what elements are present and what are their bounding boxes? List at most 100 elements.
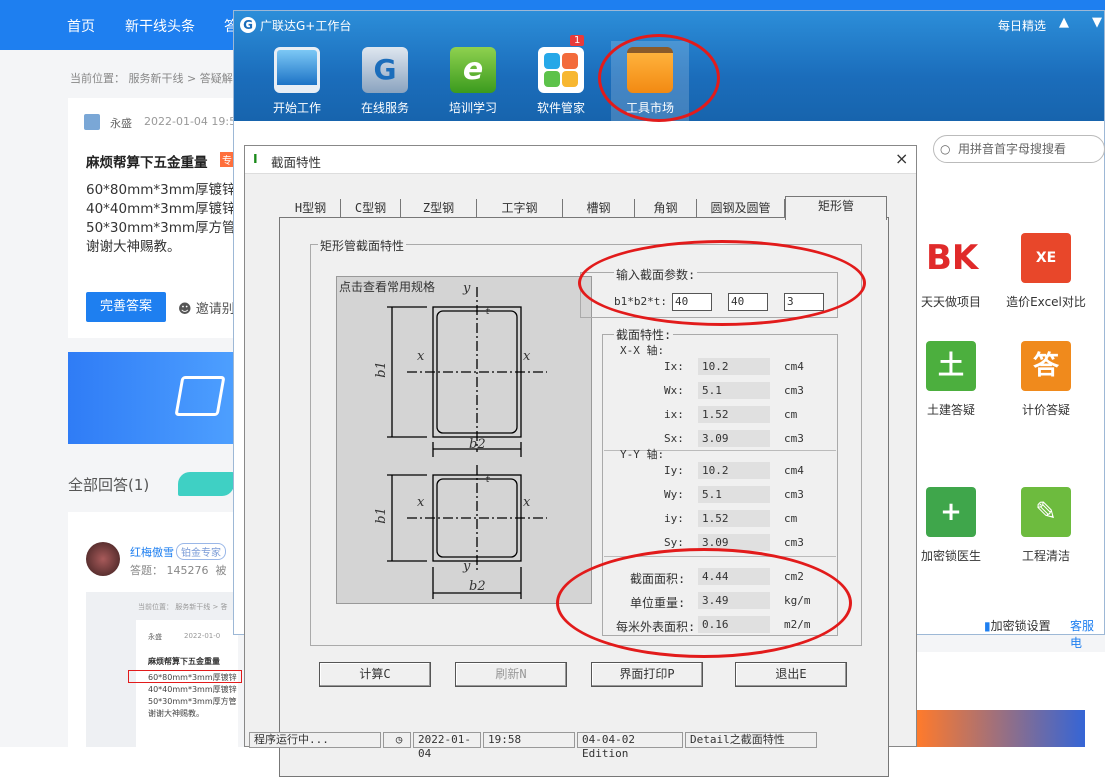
customer-service-link[interactable]: 客服电 <box>1070 617 1104 651</box>
training-e-icon: e <box>450 47 496 93</box>
dialog-title: 截面特性 <box>271 155 322 170</box>
status-edition: 04-04-02 Edition <box>577 732 683 760</box>
answerer-name[interactable]: 红梅傲雪 <box>130 544 174 560</box>
thumb-title: 麻烦帮算下五金重量 <box>148 657 220 666</box>
question-line: 谢谢大神赐教。 <box>86 239 181 255</box>
thumb-line: 40*40mm*3mm厚镀锌 <box>148 685 237 694</box>
yy-axis-label: Y-Y 轴: <box>620 448 665 461</box>
lock-settings-label: 加密锁设置 <box>990 619 1051 633</box>
app-cleaner[interactable]: ✎ 工程清洁 <box>1001 487 1091 564</box>
asker-name[interactable]: 永盛 <box>110 115 132 131</box>
tab-round[interactable]: 圆钢及圆管 <box>697 199 785 219</box>
app-lock-doctor[interactable]: + 加密锁医生 <box>906 487 996 564</box>
menu-icon[interactable]: ▼ <box>1092 15 1102 30</box>
prop-value: 10.2 <box>698 358 770 375</box>
promo-banner[interactable] <box>68 352 238 444</box>
tool-online-service[interactable]: G 在线服务 <box>346 47 424 116</box>
monitor-icon <box>274 47 320 93</box>
nav-home[interactable]: 首页 <box>67 16 95 36</box>
invite-button[interactable]: ☻ 邀请别 <box>178 298 235 317</box>
tab-c-steel[interactable]: C型钢 <box>341 199 401 219</box>
workstation-title: 广联达G+工作台 <box>260 19 352 33</box>
app-label: 造价Excel对比 <box>1006 295 1086 309</box>
app-civil-qa[interactable]: 土 土建答疑 <box>906 341 996 418</box>
tab-angle[interactable]: 角钢 <box>635 199 697 219</box>
cross-section-diagram[interactable]: 点击查看常用规格 y x x b1 t b2 x x b1 t y b2 <box>336 276 592 604</box>
annotation-ring-inputs <box>578 240 866 326</box>
tool-software-manager[interactable]: 软件管家 1 <box>522 35 600 116</box>
thumb-line: 60*80mm*3mm厚镀锌 <box>148 673 237 682</box>
t-label: t <box>485 307 491 317</box>
thumb-card: 永盛 2022-01-0 麻烦帮算下五金重量 60*80mm*3mm厚镀锌 40… <box>128 620 242 747</box>
answer-meta: 答题： 145276 被 <box>130 564 227 577</box>
thumb-asker: 永盛 <box>148 633 162 641</box>
tab-h-steel[interactable]: H型钢 <box>281 199 341 219</box>
side-card <box>915 652 1105 747</box>
prop-value: 1.52 <box>698 406 770 423</box>
promo-strip[interactable] <box>917 710 1085 747</box>
tool-start-work[interactable]: 开始工作 <box>258 47 336 116</box>
prop-value: 3.09 <box>698 430 770 447</box>
bell-icon[interactable]: ▲ <box>1059 15 1069 30</box>
refresh-button[interactable]: 刷新N <box>455 662 567 687</box>
prop-value: 10.2 <box>698 462 770 479</box>
user-icon <box>84 114 100 130</box>
app-excel-compare[interactable]: XE 造价Excel对比 <box>1001 233 1091 310</box>
service-drive-icon: G <box>362 47 408 93</box>
thumb-breadcrumb: 当前位置： 服务新干线 > 答 <box>138 603 228 611</box>
prop-value: 5.1 <box>698 486 770 503</box>
exit-button[interactable]: 退出E <box>735 662 847 687</box>
xx-axis-label: X-X 轴: <box>620 344 665 357</box>
broom-icon: ✎ <box>1021 487 1071 537</box>
breadcrumb: 当前位置： 服务新干线 > 答疑解 <box>70 72 233 85</box>
close-icon[interactable]: × <box>895 149 908 168</box>
improve-answer-button[interactable]: 完善答案 <box>86 292 166 322</box>
prop-name: Wx: <box>664 384 684 397</box>
lock-doctor-icon: + <box>926 487 976 537</box>
question-line: 50*30mm*3mm厚方管 <box>86 220 236 236</box>
lock-icon: ▮ <box>984 619 991 633</box>
app-label: 土建答疑 <box>926 403 975 417</box>
status-date: 2022-01-04 <box>413 732 481 760</box>
prop-unit: cm <box>784 512 798 525</box>
tab-rect-tube[interactable]: 矩形管 <box>785 196 887 220</box>
annotation-ring-toolmarket <box>598 34 720 122</box>
tab-channel[interactable]: 槽钢 <box>563 199 635 219</box>
app-pricing-qa[interactable]: 答 计价答疑 <box>1001 341 1091 418</box>
b1-label: b1 <box>373 507 389 524</box>
civil-qa-icon: 土 <box>926 341 976 391</box>
prop-value: 5.1 <box>698 382 770 399</box>
laptop-illustration <box>174 376 226 416</box>
print-button[interactable]: 界面打印P <box>591 662 703 687</box>
all-answers-heading: 全部回答(1) <box>68 476 150 494</box>
question-line: 60*80mm*3mm厚镀锌 <box>86 182 236 198</box>
thumb-line: 谢谢大神赐教。 <box>148 709 204 718</box>
prop-unit: cm3 <box>784 384 804 397</box>
tool-training[interactable]: e 培训学习 <box>434 47 512 116</box>
status-running: 程序运行中... <box>249 732 381 748</box>
avatar[interactable] <box>86 542 120 576</box>
daily-picks-link[interactable]: 每日精选 <box>998 17 1046 34</box>
tab-i-beam[interactable]: 工字钢 <box>477 199 563 219</box>
app-label: 计价答疑 <box>1021 403 1070 417</box>
thumb-line: 50*30mm*3mm厚方管 <box>148 697 237 706</box>
update-badge: 1 <box>570 35 585 46</box>
group-title: 矩形管截面特性 <box>318 237 407 254</box>
nav-headlines[interactable]: 新干线头条 <box>125 16 195 36</box>
b2-label: b2 <box>469 437 486 452</box>
prop-unit: cm <box>784 408 798 421</box>
app-label: 天天做项目 <box>920 295 981 309</box>
y-axis-label: y <box>463 281 471 296</box>
status-detail: Detail之截面特性 <box>685 732 817 748</box>
prop-unit: cm3 <box>784 536 804 549</box>
app-daily-project[interactable]: BK 天天做项目 <box>906 233 996 310</box>
tab-z-steel[interactable]: Z型钢 <box>401 199 477 219</box>
prop-name: Wy: <box>664 488 684 501</box>
answer-screenshot[interactable]: 当前位置： 服务新干线 > 答 永盛 2022-01-0 麻烦帮算下五金重量 6… <box>86 592 242 747</box>
calculate-button[interactable]: 计算C <box>319 662 431 687</box>
question-title: 麻烦帮算下五金重量 <box>86 155 208 171</box>
prop-name: Sy: <box>664 536 684 549</box>
software-search-input[interactable]: ○ 用拼音首字母搜搜看 <box>933 135 1105 163</box>
lock-settings-link[interactable]: ▮加密锁设置 <box>984 617 1051 634</box>
app-i-icon: I <box>253 151 258 166</box>
